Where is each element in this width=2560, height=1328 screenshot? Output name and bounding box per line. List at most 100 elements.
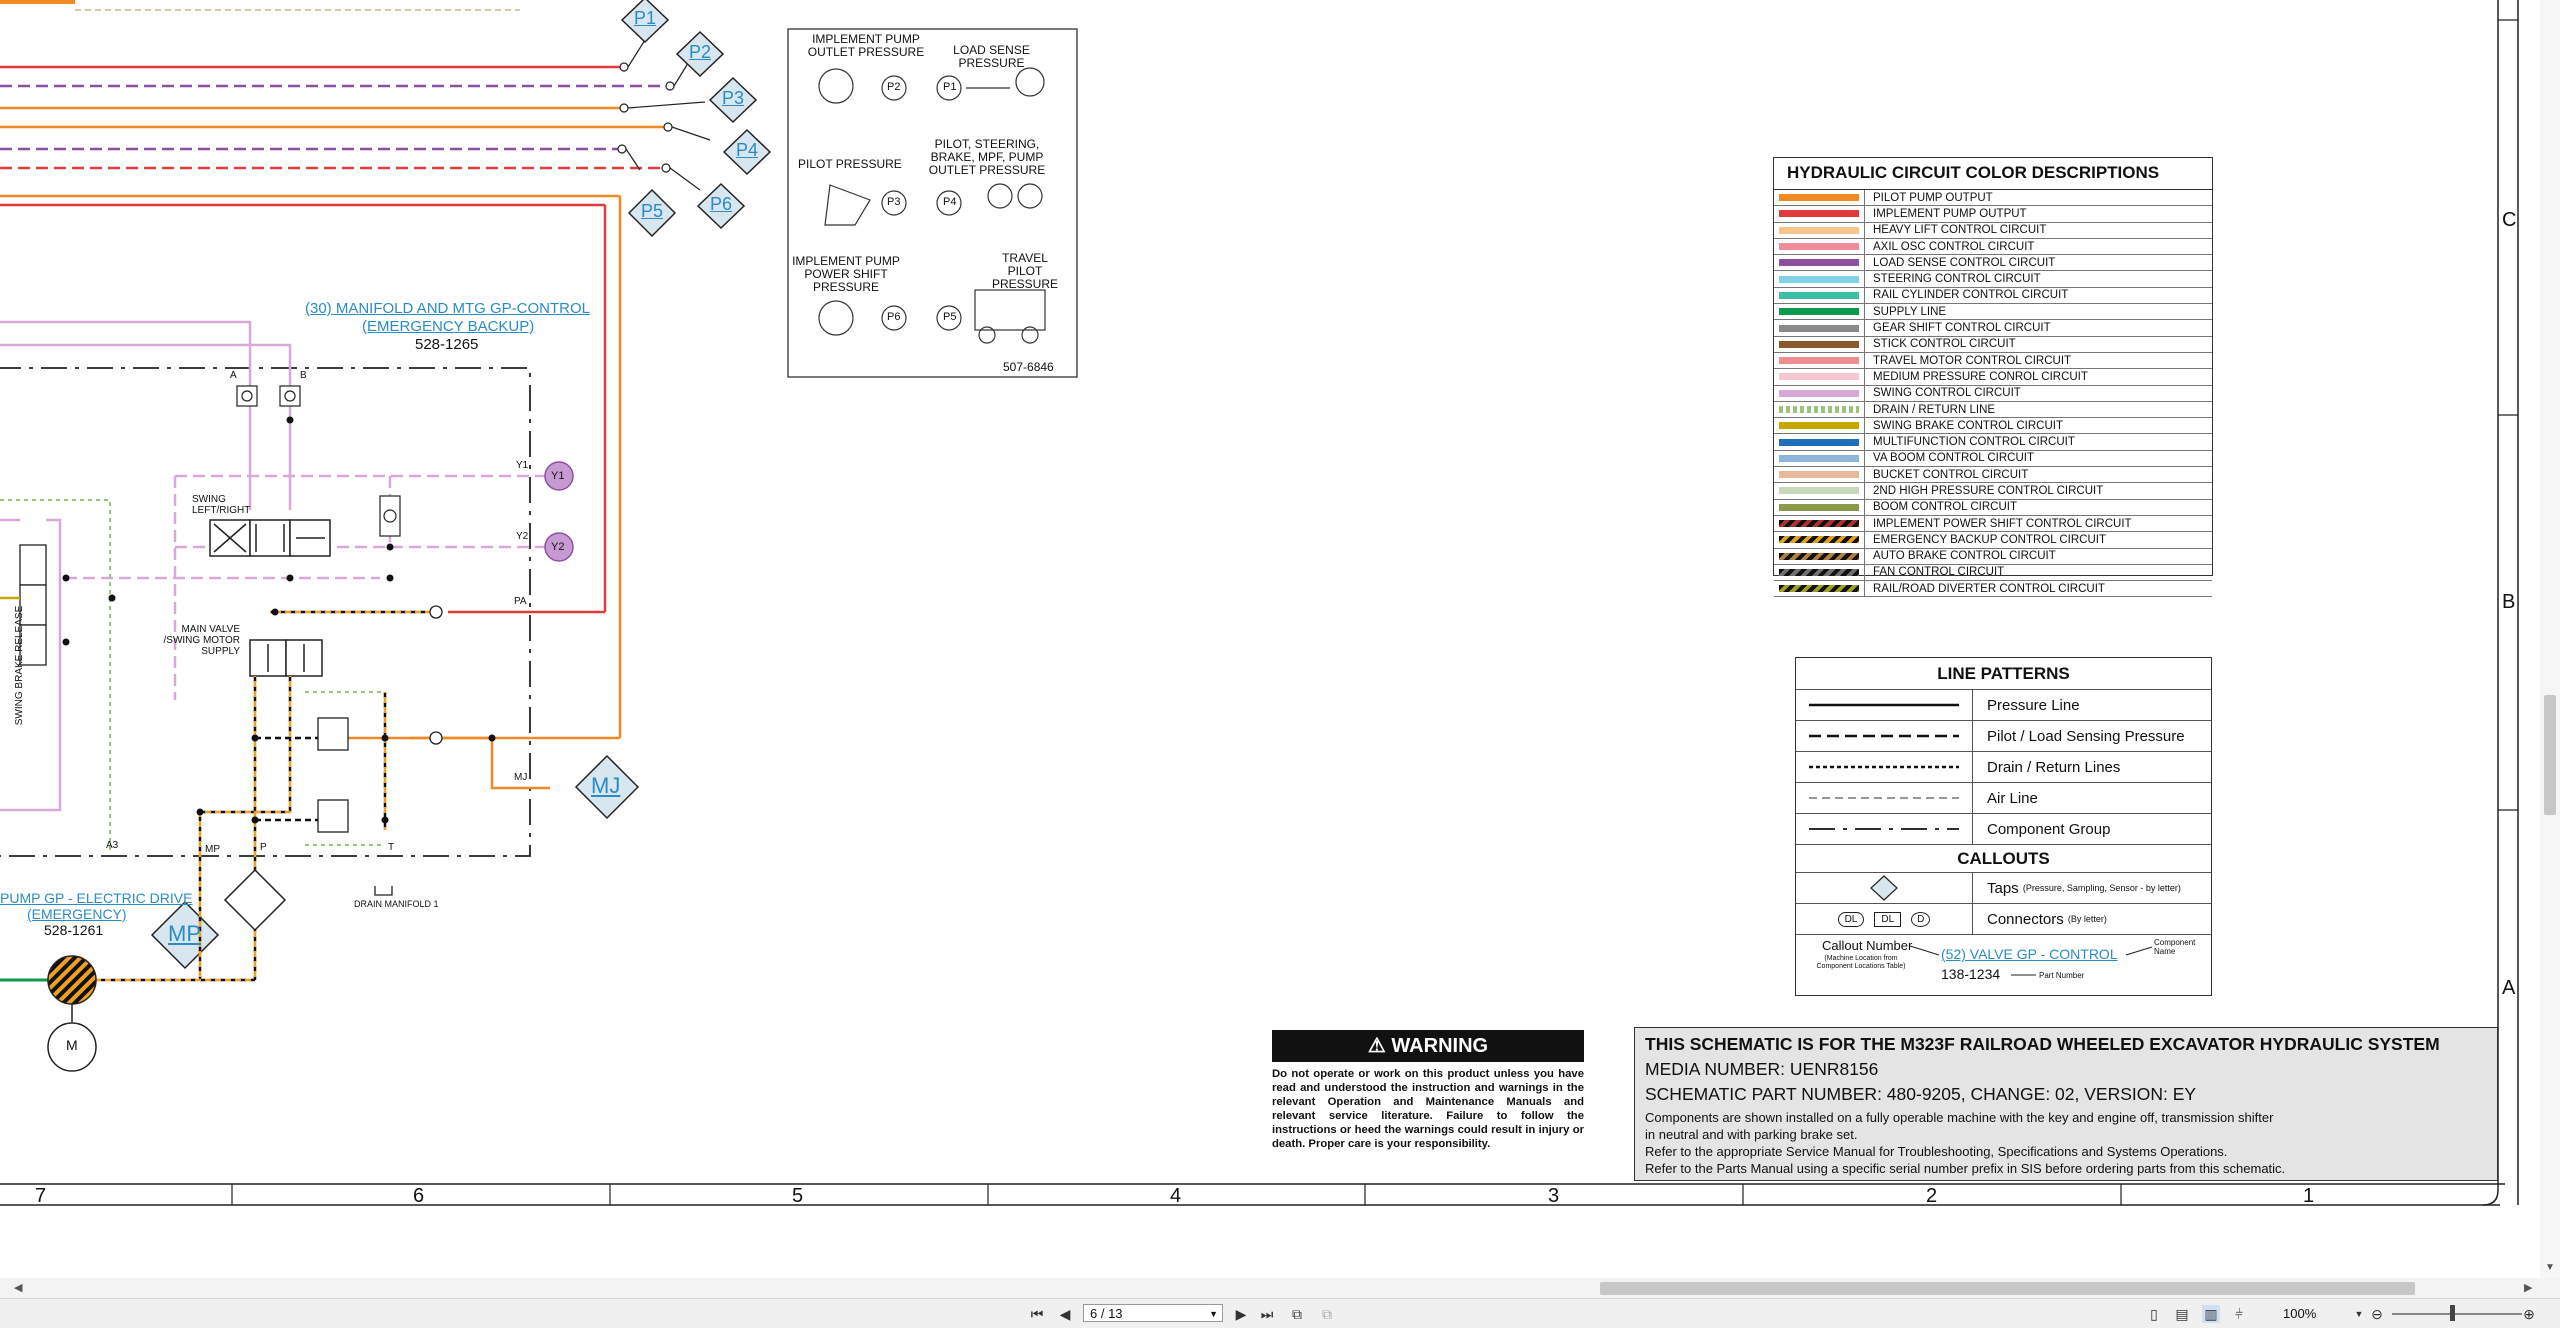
- legend-label: IMPLEMENT PUMP OUTPUT: [1873, 207, 2027, 220]
- grid-row-a: A: [2502, 977, 2516, 999]
- scroll-down-icon[interactable]: ▼: [2545, 1262, 2555, 1273]
- port-mj-label: MJ: [514, 772, 528, 783]
- legend-row: LOAD SENSE CONTROL CIRCUIT: [1774, 255, 2212, 272]
- port-y2-label: Y2: [516, 531, 529, 542]
- page-number-value: 6 / 13: [1090, 1306, 1123, 1321]
- zoom-slider-track[interactable]: [2392, 1313, 2522, 1315]
- legend-color-swatch: [1779, 568, 1859, 576]
- horizontal-scrollbar[interactable]: ◀ ▶: [0, 1278, 2560, 1298]
- legend-label: BUCKET CONTROL CIRCUIT: [1873, 468, 2029, 481]
- grid-col-4: 4: [1170, 1185, 1182, 1207]
- manifold-link-line2[interactable]: (EMERGENCY BACKUP): [362, 318, 534, 336]
- page-dropdown-icon[interactable]: ▼: [1209, 1305, 1218, 1323]
- legend-swatch-cell: [1774, 352, 1865, 369]
- legend-row: VA BOOM CONTROL CIRCUIT: [1774, 450, 2212, 468]
- document-viewer: P1 P2 P3 P4 P5 P6 MJ MP IMPLEMENT PUMP O…: [0, 0, 2560, 1328]
- key-p1-tag: P1: [943, 81, 957, 93]
- legend-color-swatch: [1779, 536, 1859, 544]
- last-page-icon[interactable]: ⏭: [1258, 1305, 1276, 1323]
- vertical-scrollbar-thumb[interactable]: [2544, 695, 2556, 815]
- first-page-icon[interactable]: ⏮: [1028, 1305, 1046, 1323]
- scroll-left-icon[interactable]: ◀: [14, 1281, 22, 1294]
- grid-col-6: 6: [413, 1185, 425, 1207]
- legend-row: AXIL OSC CONTROL CIRCUIT: [1774, 238, 2212, 256]
- key-travel-pilot: TRAVEL PILOT PRESSURE: [991, 251, 1059, 292]
- pattern-row-pressure: Pressure Line: [1796, 690, 2211, 721]
- legend-label: EMERGENCY BACKUP CONTROL CIRCUIT: [1873, 533, 2107, 546]
- port-mp-label: MP: [205, 844, 220, 855]
- legend-color-swatch: [1779, 406, 1859, 413]
- legend-row: MULTIFUNCTION CONTROL CIRCUIT: [1774, 434, 2212, 451]
- hydraulic-color-legend: HYDRAULIC CIRCUIT COLOR DESCRIPTIONS PIL…: [1773, 157, 2213, 598]
- legend-label: RAIL CYLINDER CONTROL CIRCUIT: [1873, 289, 2069, 302]
- two-page-view-icon[interactable]: ▥: [2202, 1305, 2220, 1323]
- single-page-view-icon[interactable]: ▯: [2145, 1305, 2163, 1323]
- key-p5-tag: P5: [943, 311, 957, 323]
- legend-color-swatch: [1779, 389, 1859, 397]
- tap-p6-label[interactable]: P6: [710, 194, 732, 215]
- horizontal-scrollbar-thumb[interactable]: [1600, 1282, 2415, 1295]
- callout-leader-lines: [1909, 945, 2153, 976]
- legend-label: IMPLEMENT POWER SHIFT CONTROL CIRCUIT: [1873, 517, 2132, 530]
- continuous-view-icon[interactable]: ▤: [2173, 1305, 2191, 1323]
- warning-header-label: WARNING: [1391, 1035, 1489, 1057]
- port-pa-label: PA: [514, 596, 527, 607]
- manifold-link-line1[interactable]: (30) MANIFOLD AND MTG GP-CONTROL: [305, 300, 590, 318]
- legend-swatch-cell: [1774, 206, 1865, 222]
- tap-p1-label[interactable]: P1: [634, 8, 656, 29]
- vertical-scrollbar[interactable]: ▼: [2540, 0, 2560, 1278]
- connector-dl-oval: DL: [1837, 911, 1865, 927]
- previous-view-icon[interactable]: ⧉: [1288, 1305, 1306, 1323]
- key-pilot: PILOT PRESSURE: [798, 157, 902, 171]
- y2-circle-label: Y2: [551, 541, 565, 553]
- zoom-slider-handle[interactable]: [2450, 1305, 2455, 1321]
- legend-swatch-cell: [1774, 190, 1865, 206]
- legend-color-swatch: [1779, 422, 1859, 430]
- tap-p5-label[interactable]: P5: [641, 201, 663, 222]
- legend-swatch-cell: [1774, 499, 1865, 515]
- pump-link-line2[interactable]: (EMERGENCY): [27, 906, 127, 922]
- swing-valve-label: SWING LEFT/RIGHT: [192, 494, 251, 516]
- tap-p3-label[interactable]: P3: [722, 88, 744, 109]
- legend-label: SUPPLY LINE: [1873, 305, 1947, 318]
- legend-color-swatch: [1779, 487, 1859, 495]
- legend-swatch-cell: [1774, 336, 1865, 352]
- tap-p2-label[interactable]: P2: [689, 42, 711, 63]
- legend-row: GEAR SHIFT CONTROL CIRCUIT: [1774, 320, 2212, 337]
- legend-swatch-cell: [1774, 255, 1865, 271]
- legend-color-swatch: [1779, 194, 1859, 202]
- legend-label: SWING CONTROL CIRCUIT: [1873, 387, 2021, 400]
- zoom-in-icon[interactable]: ⊕: [2520, 1305, 2538, 1323]
- scroll-right-icon[interactable]: ▶: [2524, 1281, 2532, 1294]
- legend-swatch-cell: [1774, 271, 1865, 287]
- callouts-title: CALLOUTS: [1796, 845, 2211, 873]
- pump-link-line1[interactable]: PUMP GP - ELECTRIC DRIVE: [0, 890, 192, 906]
- warning-triangle-icon: ⚠: [1367, 1035, 1386, 1057]
- warning-box: ⚠ WARNING Do not operate or work on this…: [1272, 1030, 1584, 1151]
- pattern-pressure-label: Pressure Line: [1987, 696, 2080, 714]
- key-implement-power-shift: IMPLEMENT PUMP POWER SHIFT PRESSURE: [792, 254, 900, 295]
- grid-row-c: C: [2502, 209, 2517, 231]
- zoom-dropdown-icon[interactable]: ▼: [2350, 1305, 2368, 1323]
- tap-mp-label[interactable]: MP: [168, 921, 201, 946]
- tap-mj-label[interactable]: MJ: [591, 773, 620, 798]
- previous-page-icon[interactable]: ◀: [1056, 1305, 1074, 1323]
- manifold-part-number: 528-1265: [415, 336, 479, 353]
- legend-row: STICK CONTROL CIRCUIT: [1774, 336, 2212, 353]
- next-view-icon[interactable]: ⧉: [1318, 1305, 1336, 1323]
- pattern-row-pilot: Pilot / Load Sensing Pressure: [1796, 721, 2211, 752]
- grid-col-7: 7: [35, 1185, 47, 1207]
- legend-swatch-cell: [1774, 401, 1865, 418]
- zoom-out-icon[interactable]: ⊖: [2368, 1305, 2386, 1323]
- title-block: THIS SCHEMATIC IS FOR THE M323F RAILROAD…: [1634, 1027, 2498, 1181]
- port-b-label: B: [300, 370, 307, 381]
- next-page-icon[interactable]: ▶: [1232, 1305, 1250, 1323]
- tap-p4-label[interactable]: P4: [736, 140, 758, 161]
- legend-label: AUTO BRAKE CONTROL CIRCUIT: [1873, 550, 2056, 563]
- legend-swatch-cell: [1774, 483, 1865, 499]
- title-note-4: Refer to the Parts Manual using a specif…: [1645, 1161, 2286, 1176]
- legend-label: FAN CONTROL CIRCUIT: [1873, 566, 2005, 579]
- split-view-icon[interactable]: ⫩: [2230, 1305, 2248, 1323]
- page-number-field[interactable]: 6 / 13 ▼: [1083, 1304, 1223, 1322]
- drain-manifold-label: DRAIN MANIFOLD 1: [354, 899, 439, 909]
